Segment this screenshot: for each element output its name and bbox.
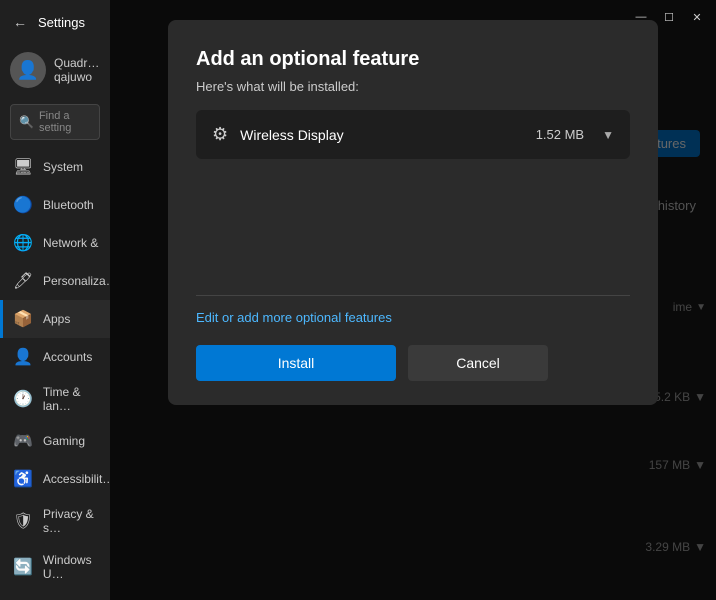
gaming-icon: 🎮 [13,431,33,451]
sidebar-item-time[interactable]: 🕐 Time & lan… [0,376,110,422]
nav-items: 🖥 System 🔵 Bluetooth 🌐 Network & 🖊 Perso… [0,148,110,600]
feature-size: 1.52 MB [536,127,584,142]
update-icon: 🔄 [13,557,33,577]
system-icon: 🖥 [13,157,33,177]
network-icon: 🌐 [13,233,33,253]
search-icon: 🔍 [19,115,34,129]
sidebar-item-label: Gaming [43,434,85,448]
back-icon[interactable]: ← [10,12,30,32]
search-placeholder: Find a setting [39,110,91,134]
sidebar-item-bluetooth[interactable]: 🔵 Bluetooth [0,186,110,224]
sidebar-item-windows-update[interactable]: 🔄 Windows U… [0,544,110,590]
feature-name: Wireless Display [240,127,524,143]
window-controls: — ☐ ✕ [632,8,706,26]
sidebar-title: Settings [38,15,85,30]
cancel-button[interactable]: Cancel [408,345,548,381]
sidebar-item-system[interactable]: 🖥 System [0,148,110,186]
user-name: Quadr… [54,56,99,70]
sidebar-item-label: Windows U… [43,553,100,581]
sidebar-item-apps[interactable]: 📦 Apps [0,300,110,338]
sidebar: ← Settings 👤 Quadr… qajuwo 🔍 Find a sett… [0,0,110,600]
feature-gear-icon: ⚙ [212,124,228,145]
time-icon: 🕐 [13,389,33,409]
sidebar-item-label: Apps [43,312,70,326]
modal-spacer [196,175,630,295]
bluetooth-icon: 🔵 [13,195,33,215]
modal-overlay: Add an optional feature Here's what will… [110,0,716,600]
sidebar-header: ← Settings [0,0,110,44]
accounts-icon: 👤 [13,347,33,367]
sidebar-item-label: Bluetooth [43,198,94,212]
sidebar-item-label: Accessibilit… [43,472,110,486]
maximize-button[interactable]: ☐ [660,8,678,26]
sidebar-item-label: Privacy & s… [43,507,100,535]
modal-title: Add an optional feature [196,48,630,71]
sidebar-item-personalization[interactable]: 🖊 Personaliza… [0,262,110,300]
apps-icon: 📦 [13,309,33,329]
feature-item[interactable]: ⚙ Wireless Display 1.52 MB ▼ [196,110,630,159]
avatar: 👤 [10,52,46,88]
modal-subtitle: Here's what will be installed: [196,79,630,94]
sidebar-item-gaming[interactable]: 🎮 Gaming [0,422,110,460]
sidebar-item-label: Accounts [43,350,92,364]
close-button[interactable]: ✕ [688,8,706,26]
sidebar-item-label: Personaliza… [43,274,110,288]
user-section: 👤 Quadr… qajuwo [0,44,110,96]
install-button[interactable]: Install [196,345,396,381]
modal-actions: Install Cancel [196,345,630,381]
sidebar-item-label: Time & lan… [43,385,100,413]
sidebar-item-accessibility[interactable]: ♿ Accessibilit… [0,460,110,498]
avatar-icon: 👤 [17,60,39,81]
sidebar-item-privacy[interactable]: 🛡 Privacy & s… [0,498,110,544]
sidebar-item-accounts[interactable]: 👤 Accounts [0,338,110,376]
privacy-icon: 🛡 [13,511,33,531]
search-box[interactable]: 🔍 Find a setting [10,104,100,140]
minimize-button[interactable]: — [632,8,650,26]
sidebar-item-network[interactable]: 🌐 Network & [0,224,110,262]
modal-divider [196,295,630,296]
edit-features-link[interactable]: Edit or add more optional features [196,310,630,325]
user-subname: qajuwo [54,70,99,84]
add-optional-feature-modal: Add an optional feature Here's what will… [168,20,658,405]
sidebar-item-label: System [43,160,83,174]
personalization-icon: 🖊 [13,271,33,291]
feature-expand-icon[interactable]: ▼ [602,128,614,142]
accessibility-icon: ♿ [13,469,33,489]
sidebar-item-label: Network & [43,236,98,250]
